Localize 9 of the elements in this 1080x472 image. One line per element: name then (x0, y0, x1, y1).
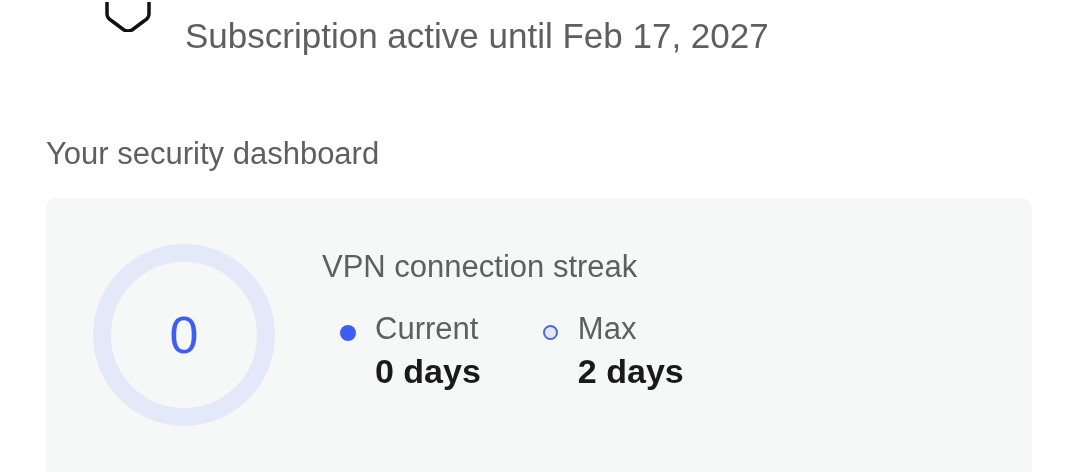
legend-value: 2 days (577, 351, 684, 392)
streak-title: VPN connection streak (322, 248, 639, 286)
section-heading: Your security dashboard (46, 135, 381, 173)
subscription-status: Subscription active until Feb 17, 2027 (185, 15, 769, 57)
legend-label: Max (577, 310, 638, 348)
legend-label: Current (375, 310, 480, 348)
streak-count: 0 (169, 306, 199, 364)
legend-value: 0 days (375, 351, 481, 392)
shield-icon (104, 0, 152, 32)
